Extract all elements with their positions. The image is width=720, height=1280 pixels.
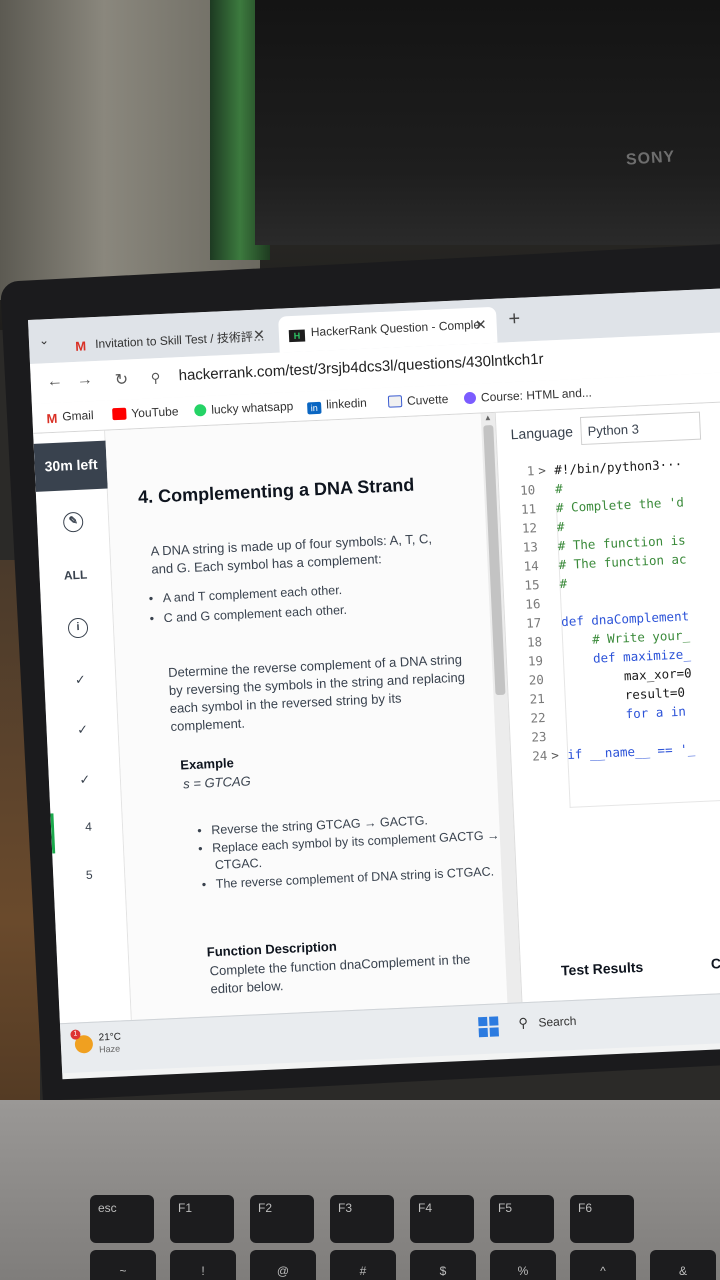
weather-temperature[interactable]: 21°C	[98, 1032, 121, 1044]
hackerrank-icon: H	[288, 329, 306, 343]
cuvette-icon	[387, 395, 403, 408]
line-number: 19	[527, 652, 544, 669]
laptop-screen: ⌄ M Invitation to Skill Test / 技術評… ✕ H Ha…	[28, 286, 720, 1080]
url-field[interactable]: hackerrank.com/test/3rsjb4dcs3l/question…	[178, 351, 544, 385]
tab-close-icon[interactable]: ✕	[475, 316, 487, 334]
rail-question-4[interactable]: 4	[50, 810, 125, 854]
fold-chevron-icon[interactable]: >	[551, 747, 559, 762]
key-3[interactable]: #	[330, 1250, 396, 1280]
tab-invitation-label: Invitation to Skill Test / 技術評…	[94, 329, 266, 351]
info-icon: i	[67, 617, 89, 639]
bookmark-linkedin[interactable]: in linkedin	[307, 396, 367, 415]
reload-icon[interactable]: ↻	[114, 370, 128, 391]
fold-chevron-icon[interactable]: >	[538, 463, 546, 478]
rail-question-1[interactable]: ✓	[44, 670, 117, 689]
course-icon	[463, 391, 477, 405]
key-esc[interactable]: esc	[90, 1195, 154, 1243]
rail-info[interactable]: i	[42, 616, 115, 639]
scroll-up-icon[interactable]: ▲	[484, 413, 492, 422]
question-panel: 4. Complementing a DNA Strand A DNA stri…	[105, 413, 508, 1021]
keyboard-function-row: esc F1 F2 F3 F4 F5 F6	[90, 1195, 720, 1245]
code-area[interactable]: 1 > #!/bin/python3··· 10 #11 # Complete the '…	[498, 446, 720, 808]
key-4[interactable]: $	[410, 1250, 476, 1280]
line-number: 22	[530, 709, 546, 726]
code-text: #	[554, 480, 564, 497]
line-number: 23	[531, 728, 547, 745]
gmail-icon: M	[46, 410, 58, 427]
bookmark-youtube[interactable]: YouTube	[112, 404, 179, 421]
key-tilde[interactable]: ~	[90, 1250, 156, 1280]
key-f2[interactable]: F2	[250, 1195, 314, 1243]
line-number: 13	[522, 539, 539, 555]
keyboard-number-row: ~ ! @ # $ % ^ &	[80, 1250, 720, 1280]
rail-question-3[interactable]: ✓	[49, 770, 122, 789]
checkmark-icon: ✓	[76, 721, 89, 738]
key-f5[interactable]: F5	[490, 1195, 554, 1243]
forward-arrow-icon[interactable]: →	[76, 371, 93, 390]
line-number: 16	[525, 596, 541, 612]
taskbar-search[interactable]: Search	[538, 1014, 577, 1030]
key-f4[interactable]: F4	[410, 1195, 474, 1243]
search-icon[interactable]: ⚲	[518, 1015, 528, 1031]
rail-question-2[interactable]: ✓	[46, 720, 119, 739]
monitor-brand-label: SONY	[625, 148, 676, 169]
bookmark-gmail[interactable]: M Gmail	[46, 408, 94, 427]
weather-condition: Haze	[98, 1043, 121, 1055]
line-number: 15	[524, 577, 540, 593]
line-number: 24	[531, 747, 548, 764]
tab-hackerrank-label: HackerRank Question - Comple	[310, 317, 481, 340]
key-2[interactable]: @	[250, 1250, 316, 1280]
bookmark-course[interactable]: Course: HTML and...	[463, 386, 592, 406]
timer-badge: 30m left	[33, 440, 108, 492]
key-6[interactable]: ^	[570, 1250, 636, 1280]
line-number: 10	[519, 482, 536, 498]
key-f6[interactable]: F6	[570, 1195, 634, 1243]
tab-custom-input[interactable]: Cus	[711, 954, 720, 971]
pen-icon: ✎	[62, 511, 84, 533]
checkmark-icon: ✓	[74, 671, 87, 688]
line-number: 1	[526, 463, 535, 479]
code-editor-panel: Language Python 3 1 > #!/bin/python3··· 10 #…	[494, 400, 720, 1003]
key-f1[interactable]: F1	[170, 1195, 234, 1243]
key-7[interactable]: &	[650, 1250, 716, 1280]
line-number: 12	[521, 520, 538, 536]
line-number: 17	[525, 615, 542, 631]
code-text: #!/bin/python3···	[553, 456, 683, 478]
line-number: 14	[523, 558, 540, 574]
bookmark-whatsapp[interactable]: lucky whatsapp	[194, 399, 294, 417]
gmail-icon: M	[74, 338, 87, 354]
tab-close-icon[interactable]: ✕	[253, 326, 265, 344]
site-settings-icon[interactable]: ⚲	[150, 370, 160, 386]
function-description-heading: Function Description	[206, 938, 338, 960]
rail-all[interactable]: ALL	[39, 566, 112, 583]
language-label: Language	[510, 423, 574, 443]
back-arrow-icon[interactable]: ←	[46, 372, 63, 391]
youtube-icon	[112, 407, 127, 421]
question-title: 4. Complementing a DNA Strand	[137, 474, 415, 508]
line-number: 18	[526, 634, 543, 650]
line-number: 21	[529, 690, 546, 707]
language-select[interactable]: Python 3	[579, 411, 702, 446]
key-1[interactable]: !	[170, 1250, 236, 1280]
tab-test-results[interactable]: Test Results	[561, 959, 644, 979]
example-heading: Example	[180, 755, 235, 773]
tab-list-chevron-icon[interactable]: ⌄	[39, 333, 50, 347]
linkedin-icon: in	[307, 401, 322, 415]
whatsapp-icon	[194, 404, 207, 417]
rail-question-5[interactable]: 5	[53, 866, 126, 883]
code-text: #	[559, 575, 568, 592]
line-number: 11	[520, 501, 537, 517]
rail-pen[interactable]: ✎	[37, 511, 110, 534]
checkmark-icon: ✓	[79, 771, 91, 788]
new-tab-plus-icon[interactable]: +	[508, 308, 521, 332]
code-text: #	[556, 518, 565, 535]
line-number: 20	[528, 671, 545, 688]
key-5[interactable]: %	[490, 1250, 556, 1280]
bookmark-cuvette[interactable]: Cuvette	[387, 392, 449, 409]
windows-start-icon[interactable]	[478, 1016, 499, 1038]
key-f3[interactable]: F3	[330, 1195, 394, 1243]
background-monitor	[255, 0, 720, 245]
